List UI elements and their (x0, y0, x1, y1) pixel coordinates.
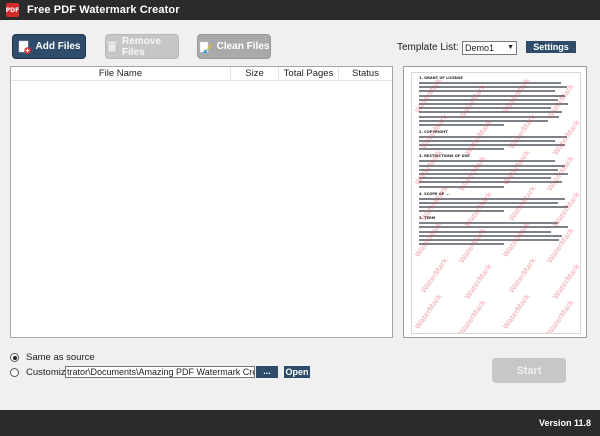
same-as-source-label: Same as source (26, 352, 95, 363)
add-files-label: Add Files (35, 41, 81, 52)
start-button[interactable]: Start (492, 358, 566, 383)
watermark-preview-panel: 1. GRANT OF LICENSE 2. COPYRIGHT 3. RESTRI… (403, 66, 587, 338)
preview-text-line (419, 140, 555, 143)
customize-option[interactable]: Customize (10, 367, 71, 378)
status-bar: Version 11.8 (0, 410, 600, 436)
preview-text-line (419, 168, 558, 171)
watermark-text: WaterMark (550, 262, 581, 301)
preview-text-line (419, 160, 555, 163)
preview-text-line (419, 181, 563, 184)
preview-document-page: 1. GRANT OF LICENSE 2. COPYRIGHT 3. RESTRI… (411, 72, 581, 334)
preview-text-line (419, 148, 504, 151)
preview-text-line (419, 86, 567, 89)
remove-files-label: Remove Files (122, 35, 161, 58)
preview-section-heading: 1. GRANT OF LICENSE (419, 76, 463, 80)
browse-button[interactable]: ... (256, 366, 278, 378)
version-label: Version 11.8 (538, 418, 591, 428)
column-header-size[interactable]: Size (231, 67, 279, 80)
preview-text-line (419, 90, 555, 93)
preview-section-heading: 2. COPYRIGHT (419, 129, 448, 134)
watermark-text: WaterMark (456, 298, 488, 334)
template-selected-value: Demo1 (465, 43, 495, 53)
preview-text-line (419, 98, 558, 101)
customize-radio[interactable] (10, 368, 19, 377)
column-header-file-name[interactable]: File Name (11, 67, 231, 80)
preview-text-line (419, 234, 563, 237)
dropdown-arrow-icon: ▼ (507, 44, 514, 51)
watermark-text: WaterMark (412, 292, 444, 331)
preview-text-line (419, 164, 566, 167)
output-path-field[interactable]: trator\Documents\Amazing PDF Watermark C… (65, 366, 255, 378)
preview-text-line (419, 102, 569, 105)
trash-icon (107, 41, 117, 53)
pdf-app-icon: PDF (6, 3, 19, 17)
remove-files-button[interactable]: Remove Files (105, 34, 179, 59)
preview-text-line (419, 177, 552, 180)
title-bar: PDF Free PDF Watermark Creator (0, 0, 600, 20)
window-title: Free PDF Watermark Creator (27, 4, 180, 16)
preview-text-line (419, 107, 552, 110)
watermark-text: WaterMark (462, 262, 494, 301)
clean-files-button[interactable]: Clean Files (197, 34, 271, 59)
column-header-status[interactable]: Status (339, 67, 392, 80)
preview-text-line (419, 243, 504, 246)
column-header-total-pages[interactable]: Total Pages (279, 67, 339, 80)
same-as-source-option[interactable]: Same as source (10, 352, 95, 363)
add-file-icon (19, 40, 32, 54)
settings-button[interactable]: Settings (526, 41, 576, 53)
watermark-text: WaterMark (418, 256, 450, 295)
watermark-text: WaterMark (506, 256, 538, 295)
template-select[interactable]: Demo1 ▼ (462, 41, 517, 55)
same-as-source-radio[interactable] (10, 353, 19, 362)
watermark-text: WaterMark (544, 298, 576, 334)
preview-text-line (419, 238, 560, 241)
preview-text-line (419, 205, 569, 208)
table-header: File Name Size Total Pages Status (11, 67, 392, 81)
file-list-table[interactable]: File Name Size Total Pages Status (10, 66, 393, 338)
preview-text-line (419, 94, 566, 97)
preview-paragraph (419, 135, 573, 151)
template-list-label: Template List: (397, 42, 459, 53)
watermark-text: WaterMark (500, 292, 532, 331)
broom-icon (199, 41, 212, 53)
preview-text-line (419, 173, 569, 175)
preview-text-line (419, 144, 566, 147)
preview-text-line (419, 135, 567, 138)
add-files-button[interactable]: Add Files (12, 34, 86, 59)
clean-files-label: Clean Files (216, 41, 270, 52)
open-folder-button[interactable]: Open (284, 366, 310, 378)
